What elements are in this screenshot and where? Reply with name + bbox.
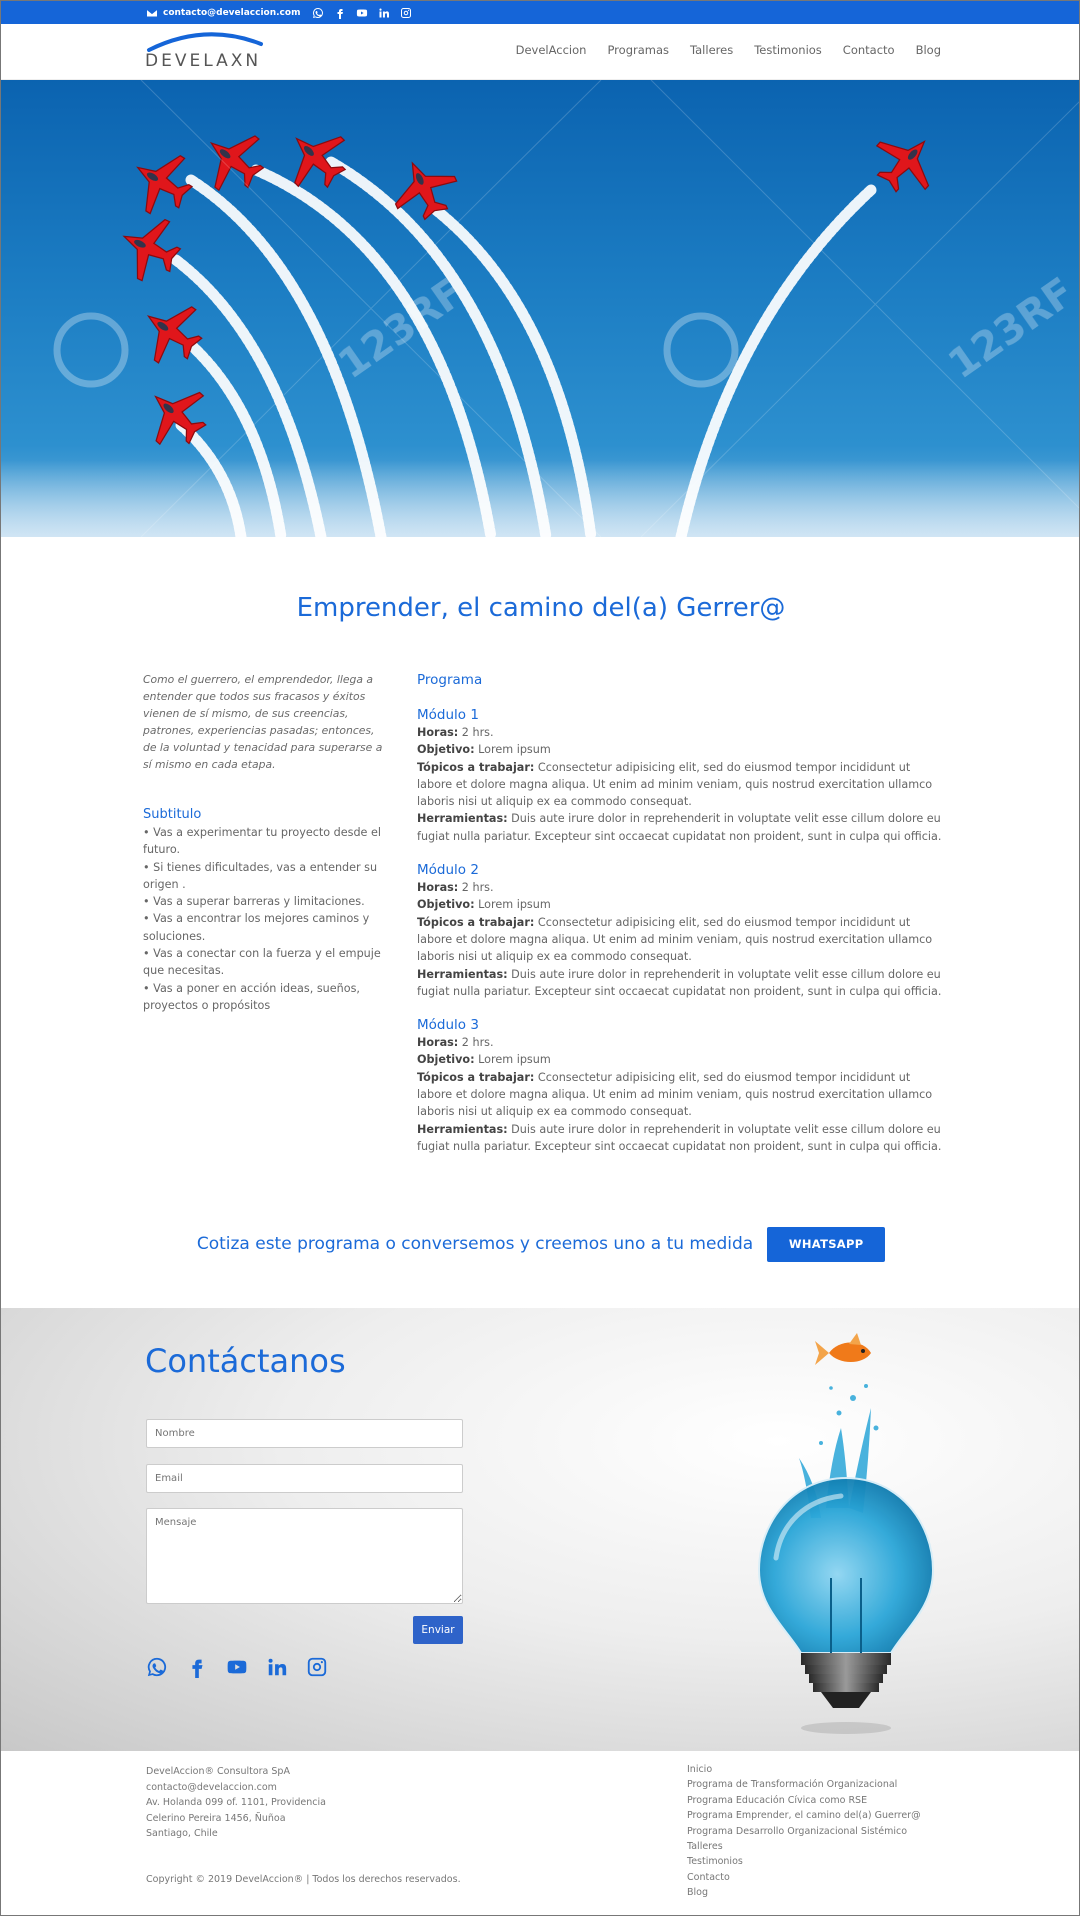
page-title: Emprender, el camino del(a) Gerrer@ <box>296 593 786 623</box>
subtitle: Subtitulo <box>143 807 202 822</box>
company-address-2: Celerino Pereira 1456, Ñuñoa <box>146 1812 286 1824</box>
footer-link-inicio[interactable]: Inicio <box>687 1762 921 1777</box>
footer-link-testimonios[interactable]: Testimonios <box>687 1854 921 1869</box>
contact-section: Contáctanos Enviar <box>1 1308 1079 1751</box>
module-topics: Tópicos a trabajar: Cconsectetur adipisi… <box>417 915 933 964</box>
site-footer: DevelAccion® Consultora SpA contacto@dev… <box>1 1751 1079 1915</box>
cta-section: Cotiza este programa o conversemos y cre… <box>1 1226 1079 1262</box>
module-topics: Tópicos a trabajar: Cconsectetur adipisi… <box>417 1070 933 1119</box>
footer-link-emprender[interactable]: Programa Emprender, el camino del(a) Gue… <box>687 1808 921 1823</box>
footer-link-contacto[interactable]: Contacto <box>687 1870 921 1885</box>
company-address-1: Av. Holanda 099 of. 1101, Providencia <box>146 1797 326 1808</box>
list-item: • Vas a poner en acción ideas, sueños, p… <box>143 981 360 1012</box>
logo-arc-icon <box>147 32 263 52</box>
footer-link-educacion[interactable]: Programa Educación Cívica como RSE <box>687 1793 921 1808</box>
module-3: Módulo 3 Horas: 2 hrs. Objetivo: Lorem i… <box>417 1017 942 1155</box>
module-tools: Herramientas: Duis aute irure dolor in r… <box>417 967 942 998</box>
module-objective: Objetivo: Lorem ipsum <box>417 743 551 757</box>
facebook-icon[interactable] <box>334 7 346 19</box>
contact-social-links <box>146 1656 328 1678</box>
company-city: Santiago, Chile <box>146 1828 218 1839</box>
jets-illustration: 123RF 123RF <box>1 80 1080 537</box>
hero-image: 123RF 123RF <box>1 80 1080 537</box>
footer-link-desarrollo[interactable]: Programa Desarrollo Organizacional Sisté… <box>687 1824 921 1839</box>
nav-contacto[interactable]: Contacto <box>843 43 895 57</box>
top-email-text: contacto@develaccion.com <box>163 8 301 18</box>
footer-link-transformacion[interactable]: Programa de Transformación Organizaciona… <box>687 1777 921 1792</box>
watermark-text-2: 123RF <box>940 269 1080 388</box>
footer-link-blog[interactable]: Blog <box>687 1885 921 1900</box>
benefits-list: • Vas a experimentar tu proyecto desde e… <box>143 824 389 1014</box>
instagram-icon[interactable] <box>306 1656 328 1678</box>
list-item: • Vas a experimentar tu proyecto desde e… <box>143 826 381 857</box>
logo-text: DEVELAXN <box>145 51 262 71</box>
whatsapp-button[interactable]: WHATSAPP <box>767 1226 886 1262</box>
company-name: DevelAccion® Consultora SpA <box>146 1766 290 1777</box>
send-button[interactable]: Enviar <box>413 1616 463 1644</box>
nav-talleres[interactable]: Talleres <box>690 43 733 57</box>
youtube-icon[interactable] <box>356 7 368 19</box>
email-field[interactable] <box>146 1464 463 1493</box>
nav-programas[interactable]: Programas <box>607 43 669 57</box>
envelope-icon <box>146 9 158 17</box>
module-hours: Horas: 2 hrs. <box>417 1036 494 1050</box>
module-hours: Horas: 2 hrs. <box>417 881 494 895</box>
whatsapp-icon[interactable] <box>146 1656 168 1678</box>
module-title: Módulo 1 <box>417 707 479 723</box>
nav-develaccion[interactable]: DevelAccion <box>516 43 587 57</box>
intro-column: Como el guerrero, el emprendedor, llega … <box>143 671 389 1014</box>
company-email[interactable]: contacto@develaccion.com <box>146 1780 326 1796</box>
contact-title: Contáctanos <box>145 1342 346 1380</box>
module-topics: Tópicos a trabajar: Cconsectetur adipisi… <box>417 760 933 809</box>
name-field[interactable] <box>146 1419 463 1448</box>
site-header: DEVELAXN DevelAccion Programas Talleres … <box>1 24 1079 80</box>
intro-text: Como el guerrero, el emprendedor, llega … <box>143 673 383 771</box>
main-nav: DevelAccion Programas Talleres Testimoni… <box>516 43 941 57</box>
nav-testimonios[interactable]: Testimonios <box>754 43 822 57</box>
module-hours: Horas: 2 hrs. <box>417 726 494 739</box>
list-item: • Vas a encontrar los mejores caminos y … <box>143 912 370 943</box>
site-logo[interactable]: DEVELAXN <box>145 30 265 74</box>
module-2: Módulo 2 Horas: 2 hrs. Objetivo: Lorem i… <box>417 862 942 1000</box>
top-email-link[interactable]: contacto@develaccion.com <box>146 7 300 19</box>
list-item: • Vas a superar barreras y limitaciones. <box>143 895 365 909</box>
program-column: Programa Módulo 1 Horas: 2 hrs. Objetivo… <box>417 672 942 1172</box>
module-objective: Objetivo: Lorem ipsum <box>417 1053 551 1067</box>
footer-link-talleres[interactable]: Talleres <box>687 1839 921 1854</box>
copyright: Copyright © 2019 DevelAccion® | Todos lo… <box>146 1874 461 1885</box>
module-objective: Objetivo: Lorem ipsum <box>417 898 551 912</box>
module-title: Módulo 2 <box>417 862 479 879</box>
module-1: Módulo 1 Horas: 2 hrs. Objetivo: Lorem i… <box>417 707 942 845</box>
linkedin-icon[interactable] <box>266 1656 288 1678</box>
linkedin-icon[interactable] <box>378 7 390 19</box>
whatsapp-icon[interactable] <box>312 7 324 19</box>
cta-text: Cotiza este programa o conversemos y cre… <box>196 1234 754 1254</box>
instagram-icon[interactable] <box>400 7 412 19</box>
page: contacto@develaccion.com DEVELAXN DevelA… <box>0 0 1080 1916</box>
company-info: DevelAccion® Consultora SpA contacto@dev… <box>146 1764 326 1842</box>
list-item: • Si tienes dificultades, vas a entender… <box>143 860 378 891</box>
facebook-icon[interactable] <box>186 1656 208 1678</box>
module-tools: Herramientas: Duis aute irure dolor in r… <box>417 812 942 843</box>
module-title: Módulo 3 <box>417 1017 479 1034</box>
message-field[interactable] <box>146 1508 463 1604</box>
youtube-icon[interactable] <box>226 1656 248 1678</box>
list-item: • Vas a conectar con la fuerza y el empu… <box>143 947 381 978</box>
module-tools: Herramientas: Duis aute irure dolor in r… <box>417 1122 942 1153</box>
nav-blog[interactable]: Blog <box>916 43 941 57</box>
top-bar: contacto@develaccion.com <box>1 1 1079 24</box>
lightbulb-fish-illustration <box>757 1333 935 1734</box>
footer-links: Inicio Programa de Transformación Organi… <box>687 1762 921 1901</box>
program-heading: Programa <box>417 672 483 688</box>
